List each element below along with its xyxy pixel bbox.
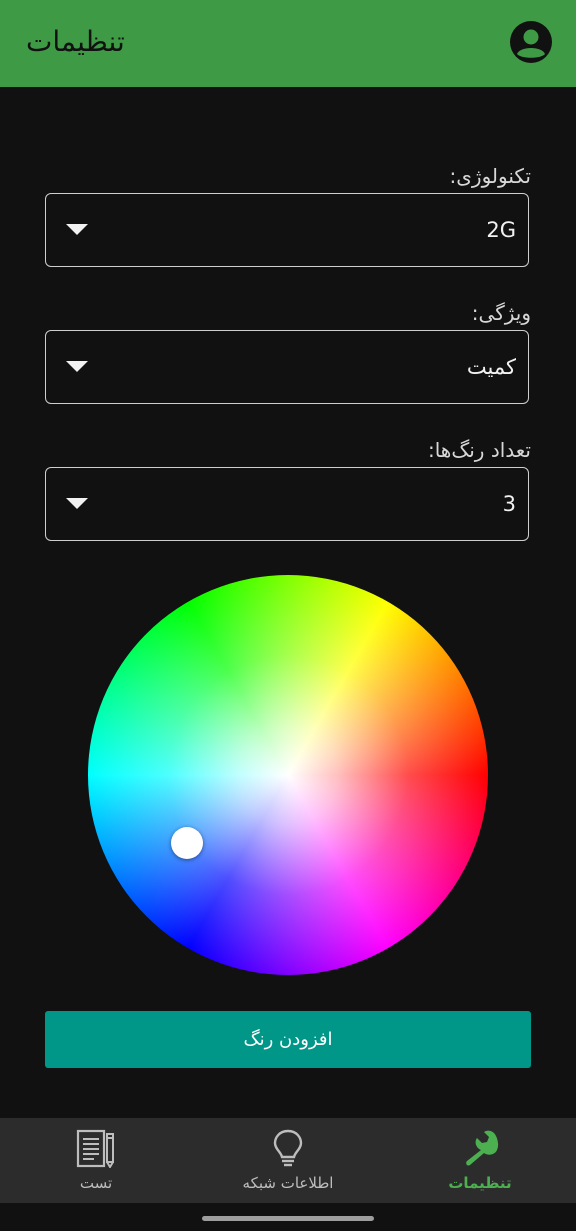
feature-label: ویژگی: [471, 301, 531, 325]
wrench-icon [466, 1130, 499, 1166]
technology-value: 2G [486, 218, 516, 242]
add-color-button[interactable]: افزودن رنگ [45, 1011, 531, 1068]
nav-item-test[interactable]: تست [0, 1118, 192, 1203]
app-bar: تنظیمات [0, 0, 576, 87]
color-wheel-saturation [88, 575, 488, 975]
lightbulb-icon [273, 1129, 303, 1167]
nav-item-settings[interactable]: تنظیمات [384, 1118, 576, 1203]
technology-select[interactable]: 2G [45, 193, 529, 267]
nav-item-network-info[interactable]: اطلاعات شبکه [192, 1118, 384, 1203]
gesture-navigation-bar[interactable] [202, 1216, 374, 1221]
nav-label-network-info: اطلاعات شبکه [242, 1174, 334, 1192]
nav-label-settings: تنظیمات [448, 1174, 512, 1192]
page-title: تنظیمات [26, 25, 125, 58]
color-wheel-handle[interactable] [171, 827, 203, 859]
feature-select[interactable]: کمیت [45, 330, 529, 404]
color-count-label: تعداد رنگ‌ها: [427, 438, 531, 462]
dropdown-arrow-icon [66, 224, 88, 235]
color-wheel[interactable] [88, 575, 488, 975]
settings-screen: تنظیمات تکنولوژی: 2G ویژگی: کمیت تعداد ر… [0, 0, 576, 1231]
technology-label: تکنولوژی: [449, 164, 531, 188]
document-pencil-icon [76, 1129, 114, 1168]
nav-label-test: تست [79, 1174, 113, 1192]
color-count-value: 3 [502, 492, 516, 516]
color-count-select[interactable]: 3 [45, 467, 529, 541]
bottom-navigation: تست اطلاعات شبکه تنظیمات [0, 1118, 576, 1203]
dropdown-arrow-icon [66, 361, 88, 372]
feature-value: کمیت [466, 355, 516, 379]
account-circle-icon[interactable] [509, 20, 553, 64]
dropdown-arrow-icon [66, 498, 88, 509]
